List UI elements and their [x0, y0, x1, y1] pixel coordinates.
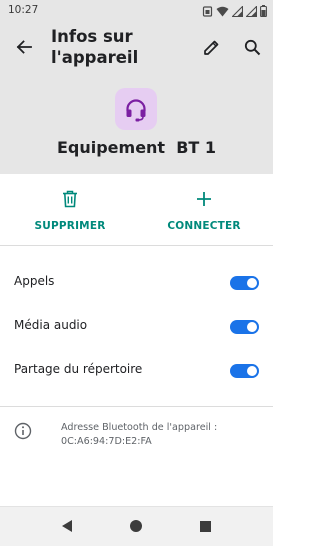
status-time: 10:27 — [8, 4, 39, 16]
toggle-row-appels[interactable]: Appels — [0, 261, 273, 305]
device-avatar — [115, 88, 157, 130]
calls-switch[interactable] — [230, 276, 259, 290]
nav-recents-button[interactable] — [195, 516, 215, 536]
delete-label: SUPPRIMER — [34, 220, 106, 232]
connect-label: CONNECTER — [167, 220, 241, 232]
recents-square-icon — [199, 520, 211, 532]
toggle-label: Média audio — [14, 318, 88, 332]
plus-icon — [197, 192, 211, 206]
edit-button[interactable] — [198, 34, 224, 60]
system-nav-bar — [0, 506, 273, 546]
info-icon — [14, 422, 32, 440]
toggle-label: Partage du répertoire — [14, 362, 143, 376]
arrow-left-icon — [16, 40, 32, 54]
bluetooth-address-label: Adresse Bluetooth de l'appareil : — [61, 422, 218, 433]
search-button[interactable] — [239, 34, 265, 60]
status-bar: 10:27 — [0, 0, 273, 22]
device-name: Equipement BT 1 — [56, 138, 217, 157]
wifi-icon — [216, 6, 229, 17]
app-bar: Infos sur l'appareil — [0, 22, 273, 74]
media-audio-switch[interactable] — [230, 320, 259, 334]
bluetooth-address-text: Adresse Bluetooth de l'appareil : 0C:A6:… — [61, 421, 217, 449]
back-button[interactable] — [11, 34, 37, 60]
bluetooth-address-value: 0C:A6:94:7D:E2:FA — [61, 436, 152, 447]
back-triangle-icon — [62, 520, 72, 532]
connect-button[interactable]: CONNECTER — [152, 174, 256, 246]
actions-row: SUPPRIMER CONNECTER — [0, 174, 273, 246]
page-title-line1: Infos sur — [51, 27, 133, 46]
trash-icon — [63, 190, 77, 208]
page-title: Infos sur l'appareil — [51, 26, 138, 68]
toggle-row-media-audio[interactable]: Média audio — [0, 305, 273, 349]
page-title-line2: l'appareil — [51, 48, 139, 67]
nav-back-button[interactable] — [57, 516, 77, 536]
status-icons — [202, 4, 267, 18]
signal-icon — [232, 5, 243, 17]
headset-icon — [126, 99, 146, 122]
phonebook-switch[interactable] — [230, 364, 259, 378]
battery-icon — [260, 5, 267, 17]
bluetooth-address-row: Adresse Bluetooth de l'appareil : 0C:A6:… — [0, 418, 273, 458]
nav-home-button[interactable] — [126, 516, 146, 536]
sim-card-icon — [202, 5, 213, 17]
pencil-icon — [203, 40, 218, 55]
home-circle-icon — [130, 520, 142, 532]
search-icon — [244, 39, 260, 55]
divider — [0, 406, 273, 407]
delete-button[interactable]: SUPPRIMER — [18, 174, 122, 246]
signal-icon — [246, 5, 257, 17]
toggle-label: Appels — [14, 274, 55, 288]
toggle-row-phonebook[interactable]: Partage du répertoire — [0, 349, 273, 393]
